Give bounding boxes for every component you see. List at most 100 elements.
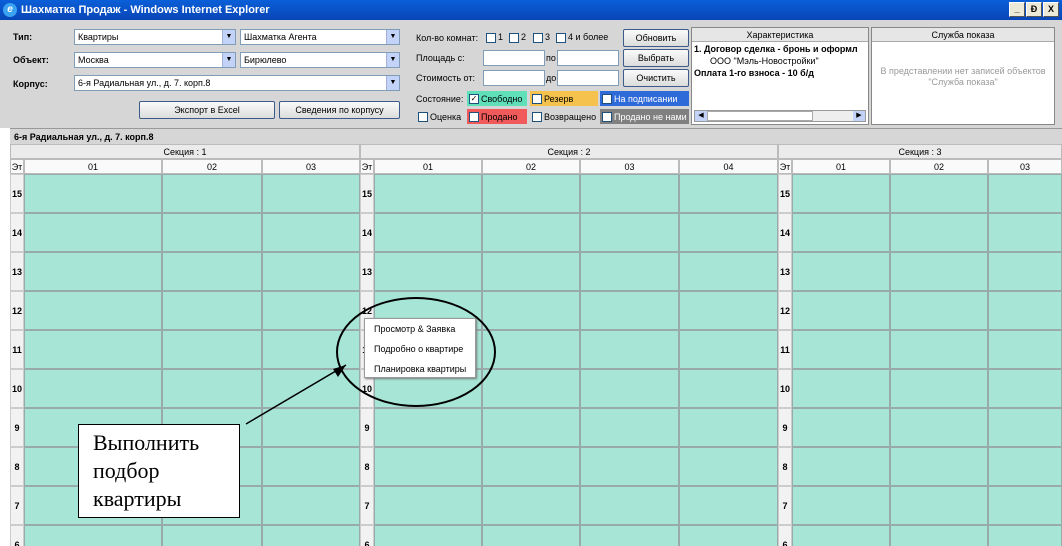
apartment-cell[interactable] <box>374 252 482 291</box>
apartment-cell[interactable] <box>262 447 360 486</box>
apartment-cell[interactable] <box>988 525 1062 546</box>
state-sold-by-others-checkbox[interactable]: Продано не нами <box>600 109 689 124</box>
menu-item-floor-plan[interactable]: Планировка квартиры <box>365 359 475 379</box>
apartment-cell[interactable] <box>162 369 262 408</box>
apartment-cell[interactable] <box>679 525 778 546</box>
apartment-cell[interactable] <box>262 408 360 447</box>
apartment-cell[interactable] <box>482 291 580 330</box>
apartment-cell[interactable] <box>262 486 360 525</box>
minimize-button[interactable]: _ <box>1009 2 1025 17</box>
apartment-cell[interactable] <box>890 330 988 369</box>
apartment-cell[interactable] <box>679 174 778 213</box>
apartment-cell[interactable] <box>679 330 778 369</box>
apartment-cell[interactable] <box>679 291 778 330</box>
apartment-cell[interactable] <box>792 213 890 252</box>
apartment-cell[interactable] <box>792 525 890 546</box>
state-estimate-checkbox[interactable]: Оценка <box>416 109 466 124</box>
apartment-cell[interactable] <box>24 525 162 546</box>
apartment-cell[interactable] <box>374 408 482 447</box>
refresh-button[interactable]: Обновить <box>623 29 689 47</box>
district-select[interactable]: Бирюлево ▼ <box>240 52 400 68</box>
apartment-cell[interactable] <box>24 291 162 330</box>
room-1-checkbox[interactable]: 1 <box>486 32 503 43</box>
apartment-cell[interactable] <box>580 213 679 252</box>
apartment-cell[interactable] <box>679 369 778 408</box>
apartment-cell[interactable] <box>792 369 890 408</box>
apartment-cell[interactable] <box>890 213 988 252</box>
area-from-input[interactable] <box>483 50 545 66</box>
scroll-left-icon[interactable]: ◀ <box>695 111 707 121</box>
apartment-cell[interactable] <box>162 252 262 291</box>
room-3-checkbox[interactable]: 3 <box>533 32 550 43</box>
apartment-cell[interactable] <box>792 330 890 369</box>
close-button[interactable]: X <box>1043 2 1059 17</box>
apartment-cell[interactable] <box>890 174 988 213</box>
apartment-cell[interactable] <box>580 369 679 408</box>
menu-item-apartment-details[interactable]: Подробно о квартире <box>365 339 475 359</box>
apartment-cell[interactable] <box>482 408 580 447</box>
apartment-cell[interactable] <box>162 174 262 213</box>
building-info-button[interactable]: Сведения по корпусу <box>279 101 400 119</box>
apartment-cell[interactable] <box>482 252 580 291</box>
state-free-checkbox[interactable]: ✓ Свободно <box>467 91 527 106</box>
apartment-cell[interactable] <box>988 486 1062 525</box>
apartment-cell[interactable] <box>792 408 890 447</box>
apartment-cell[interactable] <box>162 213 262 252</box>
scroll-right-icon[interactable]: ▶ <box>853 111 865 121</box>
apartment-cell[interactable] <box>24 252 162 291</box>
apartment-cell[interactable] <box>988 369 1062 408</box>
menu-item-view-request[interactable]: Просмотр & Заявка <box>365 319 475 339</box>
apartment-cell[interactable] <box>24 174 162 213</box>
apartment-cell[interactable] <box>988 330 1062 369</box>
apartment-cell[interactable] <box>262 330 360 369</box>
building-select[interactable]: 6-я Радиальная ул., д. 7. корп.8 ▼ <box>74 75 400 91</box>
apartment-cell[interactable] <box>24 213 162 252</box>
apartment-cell[interactable] <box>890 369 988 408</box>
apartment-cell[interactable] <box>24 330 162 369</box>
apartment-cell[interactable] <box>580 252 679 291</box>
apartment-cell[interactable] <box>482 369 580 408</box>
area-to-input[interactable] <box>557 50 619 66</box>
apartment-cell[interactable] <box>482 174 580 213</box>
apartment-cell[interactable] <box>580 330 679 369</box>
apartment-cell[interactable] <box>988 408 1062 447</box>
state-signing-checkbox[interactable]: На подписании <box>600 91 689 106</box>
apartment-cell[interactable] <box>792 174 890 213</box>
apartment-cell[interactable] <box>890 486 988 525</box>
apartment-cell[interactable] <box>482 486 580 525</box>
state-sold-checkbox[interactable]: Продано <box>467 109 527 124</box>
apartment-cell[interactable] <box>482 525 580 546</box>
apartment-cell[interactable] <box>162 330 262 369</box>
apartment-cell[interactable] <box>792 447 890 486</box>
apartment-cell[interactable] <box>262 213 360 252</box>
apartment-cell[interactable] <box>890 447 988 486</box>
scroll-thumb[interactable] <box>707 111 813 121</box>
apartment-cell[interactable] <box>679 213 778 252</box>
apartment-cell[interactable] <box>890 291 988 330</box>
view-select[interactable]: Шахматка Агента ▼ <box>240 29 400 45</box>
clear-button[interactable]: Очистить <box>623 69 689 87</box>
apartment-cell[interactable] <box>262 252 360 291</box>
apartment-cell[interactable] <box>482 447 580 486</box>
apartment-cell[interactable] <box>374 213 482 252</box>
state-returned-checkbox[interactable]: Возвращено <box>530 109 598 124</box>
horizontal-scrollbar[interactable]: ◀ ▶ <box>694 110 866 122</box>
apartment-cell[interactable] <box>262 369 360 408</box>
object-select[interactable]: Москва ▼ <box>74 52 236 68</box>
select-button[interactable]: Выбрать <box>623 49 689 67</box>
apartment-cell[interactable] <box>262 291 360 330</box>
apartment-cell[interactable] <box>374 447 482 486</box>
apartment-cell[interactable] <box>988 213 1062 252</box>
apartment-cell[interactable] <box>679 252 778 291</box>
apartment-cell[interactable] <box>988 252 1062 291</box>
apartment-cell[interactable] <box>482 213 580 252</box>
apartment-cell[interactable] <box>580 525 679 546</box>
apartment-cell[interactable] <box>679 447 778 486</box>
room-4-checkbox[interactable]: 4 и более <box>556 32 608 43</box>
apartment-cell[interactable] <box>792 252 890 291</box>
apartment-cell[interactable] <box>374 486 482 525</box>
price-from-input[interactable] <box>483 70 545 86</box>
apartment-cell[interactable] <box>792 291 890 330</box>
apartment-cell[interactable] <box>24 369 162 408</box>
apartment-cell[interactable] <box>262 525 360 546</box>
